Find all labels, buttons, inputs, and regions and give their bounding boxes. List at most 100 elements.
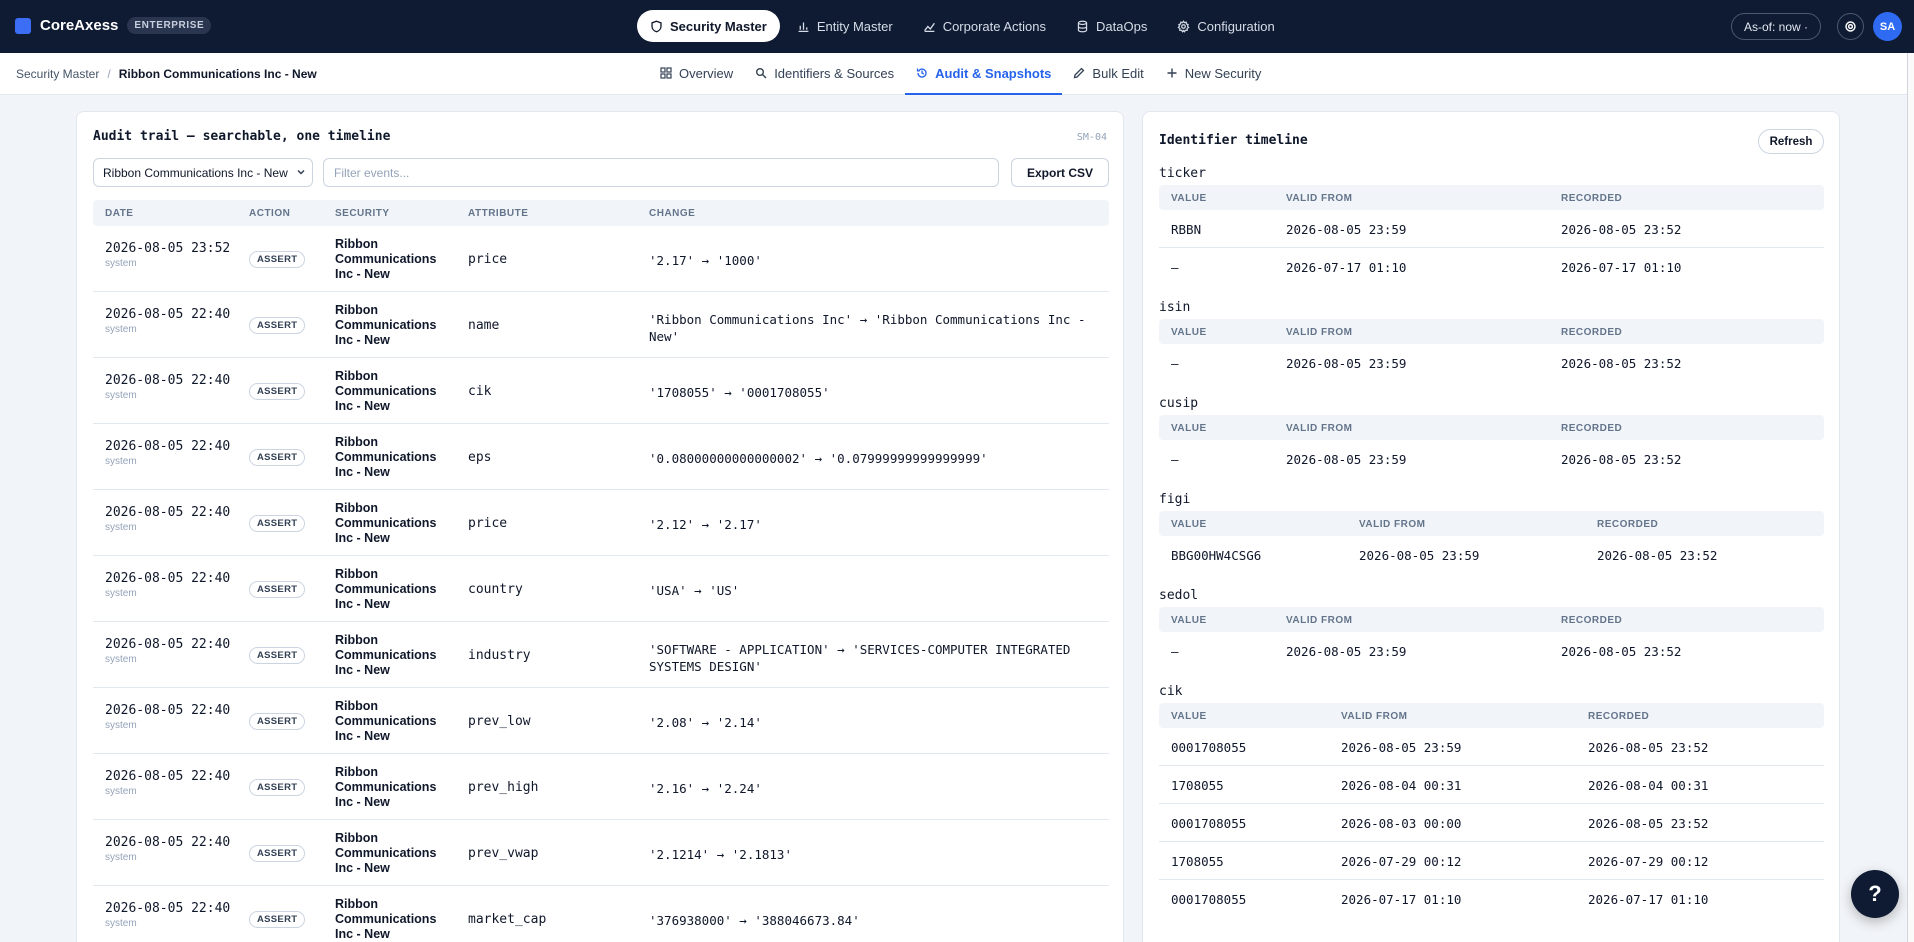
tab-overview[interactable]: Overview — [649, 53, 744, 95]
nav-dataops[interactable]: DataOps — [1063, 10, 1160, 42]
row-change: 'Ribbon Communications Inc' → 'Ribbon Co… — [649, 312, 1086, 344]
table-row[interactable]: 2026-08-05 23:52 system ASSERT Ribbon Co… — [93, 226, 1109, 292]
table-row[interactable]: 2026-08-05 22:40 system ASSERT Ribbon Co… — [93, 358, 1109, 424]
identifier-table-header: VALUE VALID FROM RECORDED — [1159, 185, 1824, 210]
audit-trail-card: Audit trail — searchable, one timeline S… — [76, 111, 1124, 942]
id-valid-from: 2026-08-05 23:59 — [1341, 740, 1462, 755]
table-row[interactable]: 2026-08-05 22:40 system ASSERT Ribbon Co… — [93, 886, 1109, 942]
row-date: 2026-08-05 23:52 — [105, 241, 231, 256]
id-valid-from: 2026-07-29 00:12 — [1341, 854, 1462, 869]
col-recorded: RECORDED — [1588, 711, 1650, 722]
filter-events-input[interactable] — [323, 158, 999, 187]
table-row[interactable]: 1708055 2026-07-29 00:12 2026-07-29 00:1… — [1159, 842, 1824, 880]
identifier-table-header: VALUE VALID FROM RECORDED — [1159, 319, 1824, 344]
trend-icon — [923, 22, 935, 32]
row-attribute: prev_high — [468, 780, 539, 795]
table-row[interactable]: — 2026-08-05 23:59 2026-08-05 23:52 — [1159, 440, 1824, 478]
table-row[interactable]: RBBN 2026-08-05 23:59 2026-08-05 23:52 — [1159, 210, 1824, 248]
table-row[interactable]: BBG00HW4CSG6 2026-08-05 23:59 2026-08-05… — [1159, 536, 1824, 574]
sub-navbar: Security Master / Ribbon Communications … — [0, 53, 1914, 95]
avatar[interactable]: SA — [1873, 12, 1902, 41]
table-row[interactable]: — 2026-08-05 23:59 2026-08-05 23:52 — [1159, 632, 1824, 670]
table-row[interactable]: 0001708055 2026-08-03 00:00 2026-08-05 2… — [1159, 804, 1824, 842]
brand[interactable]: CoreAxess ENTERPRISE — [15, 17, 212, 34]
export-csv-button[interactable]: Export CSV — [1011, 158, 1109, 187]
col-recorded: RECORDED — [1561, 615, 1623, 626]
row-security: Ribbon Communications Inc - New — [335, 897, 437, 941]
table-row[interactable]: 2026-08-05 22:40 system ASSERT Ribbon Co… — [93, 490, 1109, 556]
id-valid-from: 2026-08-05 23:59 — [1286, 452, 1407, 467]
table-row[interactable]: 2026-08-05 22:40 system ASSERT Ribbon Co… — [93, 754, 1109, 820]
page-scrollbar[interactable] — [1907, 53, 1914, 942]
table-row[interactable]: 0001708055 2026-07-17 01:10 2026-07-17 0… — [1159, 880, 1824, 918]
row-user: system — [105, 390, 137, 401]
nav-label: Corporate Actions — [942, 18, 1047, 34]
id-valid-from: 2026-08-04 00:31 — [1341, 778, 1462, 793]
table-row[interactable]: 2026-08-05 22:40 system ASSERT Ribbon Co… — [93, 292, 1109, 358]
col-security: SECURITY — [335, 208, 390, 219]
row-user: system — [105, 456, 137, 467]
id-recorded: 2026-08-05 23:52 — [1588, 816, 1709, 831]
gear-icon — [1177, 19, 1190, 33]
security-select[interactable]: Ribbon Communications Inc - New — [93, 158, 313, 187]
id-valid-from: 2026-08-05 23:59 — [1286, 222, 1407, 237]
table-row[interactable]: 2026-08-05 22:40 system ASSERT Ribbon Co… — [93, 622, 1109, 688]
tab-identifiers-sources[interactable]: Identifiers & Sources — [744, 53, 905, 95]
col-attribute: ATTRIBUTE — [468, 208, 529, 219]
col-change: CHANGE — [649, 208, 696, 219]
breadcrumb-root[interactable]: Security Master — [16, 67, 99, 81]
row-change: '2.08' → '2.14' — [649, 715, 762, 730]
row-attribute: name — [468, 318, 500, 333]
tab-bulk-edit[interactable]: Bulk Edit — [1062, 53, 1154, 95]
id-value: RBBN — [1171, 222, 1202, 237]
as-of-dropdown[interactable]: As-of: now · — [1731, 13, 1822, 40]
tab-label: Overview — [679, 65, 734, 81]
table-row[interactable]: 1708055 2026-08-04 00:31 2026-08-04 00:3… — [1159, 766, 1824, 804]
shield-icon — [651, 20, 662, 32]
row-date: 2026-08-05 22:40 — [105, 769, 231, 784]
col-valid-from: VALID FROM — [1286, 193, 1353, 204]
id-recorded: 2026-08-04 00:31 — [1588, 778, 1709, 793]
row-change: 'USA' → 'US' — [649, 583, 740, 598]
col-valid-from: VALID FROM — [1286, 615, 1353, 626]
row-date: 2026-08-05 22:40 — [105, 373, 231, 388]
row-user: system — [105, 852, 137, 863]
action-badge: ASSERT — [249, 581, 306, 598]
id-recorded: 2026-08-05 23:52 — [1561, 452, 1682, 467]
table-row[interactable]: 0001708055 2026-08-05 23:59 2026-08-05 2… — [1159, 728, 1824, 766]
table-row[interactable]: 2026-08-05 22:40 system ASSERT Ribbon Co… — [93, 820, 1109, 886]
brand-name: CoreAxess — [40, 17, 119, 34]
tab-new-security[interactable]: New Security — [1155, 53, 1273, 95]
id-value: 0001708055 — [1171, 816, 1247, 831]
refresh-button[interactable]: Refresh — [1758, 129, 1824, 154]
table-row[interactable]: 2026-08-05 22:40 system ASSERT Ribbon Co… — [93, 556, 1109, 622]
settings-button[interactable] — [1837, 13, 1864, 40]
nav-entity-master[interactable]: Entity Master — [784, 10, 906, 42]
table-row[interactable]: 2026-08-05 22:40 system ASSERT Ribbon Co… — [93, 688, 1109, 754]
row-security: Ribbon Communications Inc - New — [335, 303, 437, 347]
tab-label: New Security — [1184, 65, 1262, 81]
row-user: system — [105, 258, 137, 269]
row-security: Ribbon Communications Inc - New — [335, 699, 437, 743]
sub-tabs: Overview Identifiers & Sources Audit & S… — [649, 53, 1272, 95]
table-row[interactable]: — 2026-07-17 01:10 2026-07-17 01:10 — [1159, 248, 1824, 286]
help-button[interactable]: ? — [1851, 870, 1899, 918]
row-attribute: industry — [468, 648, 531, 663]
id-recorded: 2026-07-17 01:10 — [1588, 892, 1709, 907]
row-security: Ribbon Communications Inc - New — [335, 501, 437, 545]
table-row[interactable]: — 2026-08-05 23:59 2026-08-05 23:52 — [1159, 344, 1824, 382]
col-valid-from: VALID FROM — [1286, 327, 1353, 338]
id-recorded: 2026-08-05 23:52 — [1561, 644, 1682, 659]
col-valid-from: VALID FROM — [1286, 423, 1353, 434]
tab-audit-snapshots[interactable]: Audit & Snapshots — [905, 53, 1063, 95]
nav-security-master[interactable]: Security Master — [637, 10, 780, 42]
row-date: 2026-08-05 22:40 — [105, 637, 231, 652]
id-valid-from: 2026-07-17 01:10 — [1341, 892, 1462, 907]
nav-corporate-actions[interactable]: Corporate Actions — [910, 10, 1059, 42]
row-attribute: prev_vwap — [468, 846, 539, 861]
nav-configuration[interactable]: Configuration — [1164, 10, 1287, 42]
row-change: '2.12' → '2.17' — [649, 517, 762, 532]
table-row[interactable]: 2026-08-05 22:40 system ASSERT Ribbon Co… — [93, 424, 1109, 490]
col-valid-from: VALID FROM — [1341, 711, 1408, 722]
row-attribute: country — [468, 582, 523, 597]
